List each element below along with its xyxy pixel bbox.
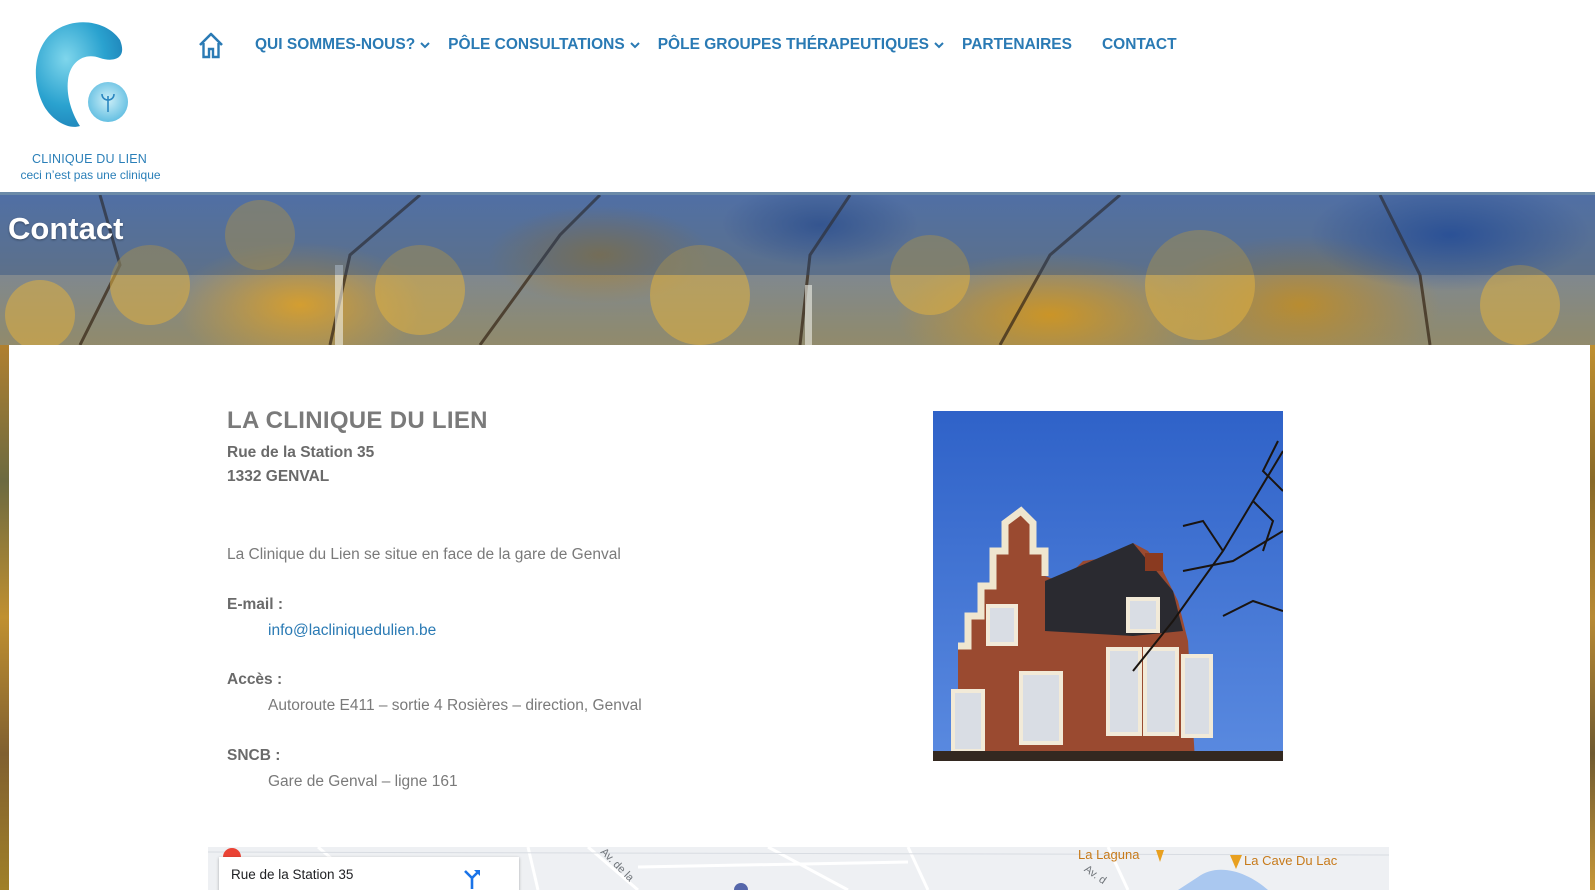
main-nav: QUI SOMMES-NOUS? PÔLE CONSULTATIONS PÔLE… [196,28,1207,62]
email-label: E-mail : [227,596,283,613]
nav-item-label: QUI SOMMES-NOUS? [255,36,416,53]
map-place-label[interactable]: La Cave Du Lac [1244,853,1337,868]
logo-mark-icon [35,22,128,127]
restaurant-icon [1156,850,1164,862]
map-place-label[interactable]: La Laguna [1078,847,1139,862]
directions-icon[interactable] [461,867,483,890]
chevron-down-icon [934,42,944,49]
map-card-title: Rue de la Station 35 [231,867,354,882]
site-header: CLINIQUE DU LIEN ceci n’est pas une clin… [0,0,1595,195]
contact-content: LA CLINIQUE DU LIEN Rue de la Station 35… [227,345,1377,890]
nav-item-label: CONTACT [1101,36,1177,53]
chevron-down-icon [420,42,430,49]
map-info-card: Rue de la Station 35 [219,857,519,890]
google-map[interactable]: La Laguna La Cave Du Lac Av. de la Av. d… [208,847,1389,890]
nav-item-label: PÔLE GROUPES THÉRAPEUTIQUES [657,36,929,53]
sncb-label: SNCB : [227,747,281,764]
nav-item-contact[interactable]: CONTACT [1102,36,1177,54]
logo-name: CLINIQUE DU LIEN [31,152,148,166]
building-photo [933,411,1283,761]
access-label: Accès : [227,671,283,688]
content-card: LA CLINIQUE DU LIEN Rue de la Station 35… [9,345,1590,890]
nav-item-pole-consultations[interactable]: PÔLE CONSULTATIONS [448,36,641,54]
nav-item-qui-sommes-nous[interactable]: QUI SOMMES-NOUS? [255,36,431,54]
chevron-down-icon [629,42,640,49]
access-value: Autoroute E411 – sortie 4 Rosières – dir… [268,697,642,714]
title-strip [0,195,1595,275]
home-icon[interactable] [196,30,226,60]
site-logo[interactable]: CLINIQUE DU LIEN ceci n’est pas une clin… [8,18,173,188]
bar-icon [1230,855,1242,869]
nav-item-partenaires[interactable]: PARTENAIRES [962,36,1072,54]
address-street: Rue de la Station 35 [227,444,375,461]
nav-item-pole-groupes-therapeutiques[interactable]: PÔLE GROUPES THÉRAPEUTIQUES [658,36,945,54]
logo-tagline: ceci n’est pas une clinique [20,168,161,182]
page-title: Contact [8,211,124,246]
org-name: LA CLINIQUE DU LIEN [227,407,488,434]
nav-item-label: PARTENAIRES [962,36,1072,53]
sncb-value: Gare de Genval – ligne 161 [268,773,458,790]
nav-item-label: PÔLE CONSULTATIONS [448,36,625,53]
email-link[interactable]: info@lacliniquedulien.be [268,622,436,640]
address-city: 1332 GENVAL [227,468,330,485]
location-description: La Clinique du Lien se situe en face de … [227,546,621,563]
